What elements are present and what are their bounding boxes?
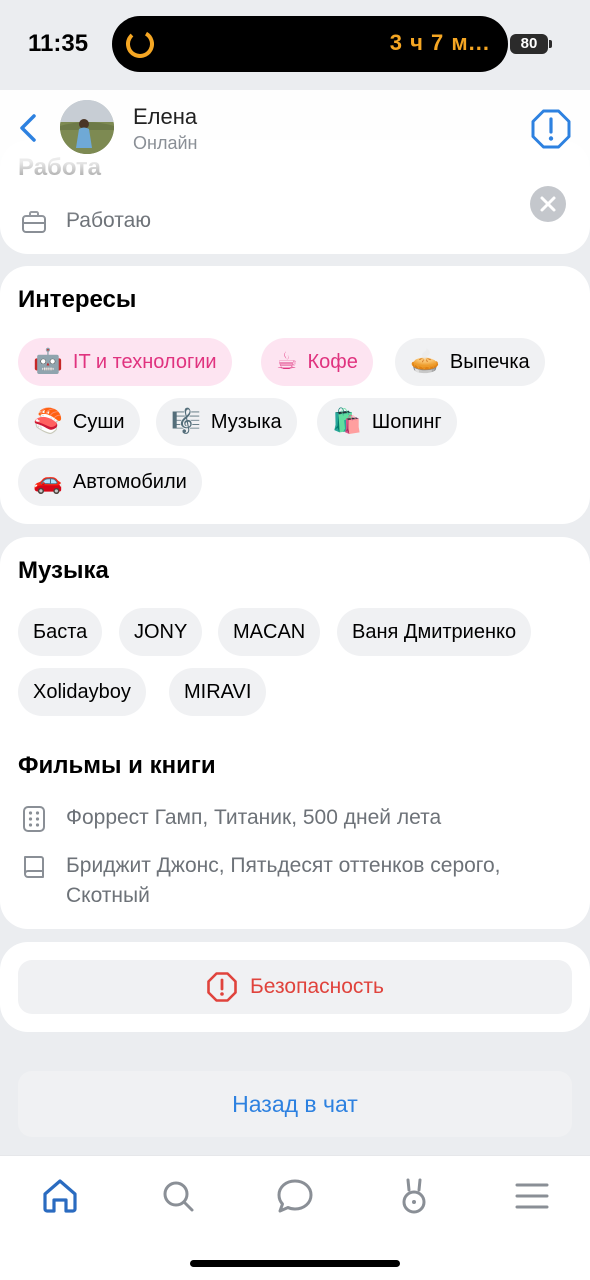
close-button[interactable]: [530, 186, 566, 222]
interest-chip-label: Суши: [72, 410, 125, 433]
search-icon[interactable]: [158, 1176, 198, 1216]
home-icon[interactable]: [40, 1176, 80, 1216]
interest-chip-label: IT и технологии: [72, 350, 217, 373]
safety-label: Безопасность: [250, 975, 384, 998]
back-arrow-icon[interactable]: [10, 108, 46, 148]
close-icon: [540, 196, 556, 212]
back-to-chat-button[interactable]: Назад в чат: [18, 1071, 572, 1137]
books-list-line1: Бриджит Джонс, Пятьдесят оттенков серого…: [66, 854, 501, 877]
interest-chip-label: Кофе: [307, 350, 358, 373]
chat-header: Елена Онлайн: [0, 90, 590, 170]
avatar[interactable]: [60, 100, 114, 154]
status-bar: 11:35 3 ч 7 м... 80: [0, 0, 590, 90]
books-list-line2: Скотный: [66, 884, 150, 907]
contact-name[interactable]: Елена: [133, 104, 197, 130]
timer-icon: [126, 30, 154, 58]
interests-card: Интересы 🤖 IT и технологии ☕ Кофе 🥧 Выпе…: [0, 266, 590, 524]
warning-octagon-icon: [207, 972, 237, 1002]
avatar-image: [60, 100, 114, 154]
sushi-icon: 🍣: [33, 408, 63, 435]
work-value: Работаю: [66, 209, 152, 232]
films-books-title: Фильмы и книги: [18, 752, 216, 779]
dynamic-island: 3 ч 7 м...: [112, 16, 508, 72]
music-card: Музыка Баста JONY MACAN Ваня Дмитриенко …: [0, 537, 590, 929]
battery-indicator: 80: [510, 34, 548, 54]
report-icon[interactable]: [530, 108, 572, 150]
status-time: 11:35: [28, 30, 89, 57]
film-icon: [23, 806, 45, 832]
coffee-icon: ☕: [276, 348, 298, 375]
interest-chip-label: Шопинг: [371, 410, 442, 433]
robot-icon: 🤖: [33, 348, 63, 375]
interest-chip[interactable]: ☕ Кофе: [261, 338, 373, 386]
clips-icon[interactable]: [394, 1176, 434, 1216]
interest-chip-label: Автомобили: [72, 470, 187, 493]
interest-chip[interactable]: 🥧 Выпечка: [395, 338, 545, 386]
island-timer-text: 3 ч 7 м...: [389, 30, 490, 55]
music-chip[interactable]: MIRAVI: [169, 668, 267, 716]
interest-chip-label: Музыка: [210, 410, 282, 433]
interest-chip[interactable]: 🤖 IT и технологии: [18, 338, 232, 386]
interest-chip[interactable]: 🍣 Суши: [18, 398, 140, 446]
music-chip[interactable]: Баста: [18, 608, 103, 656]
safety-card: Безопасность: [0, 942, 590, 1032]
book-icon: [24, 856, 44, 878]
home-indicator: [190, 1260, 400, 1267]
music-chip[interactable]: Ваня Дмитриенко: [337, 608, 532, 656]
interest-chip[interactable]: 🎼 Музыка: [156, 398, 297, 446]
messages-icon[interactable]: [275, 1176, 315, 1216]
music-score-icon: 🎼: [171, 408, 201, 435]
shopping-bags-icon: 🛍️: [332, 408, 362, 435]
online-status: Онлайн: [133, 133, 198, 153]
car-icon: 🚗: [33, 468, 63, 495]
interest-chip-label: Выпечка: [449, 350, 530, 373]
music-chip[interactable]: JONY: [119, 608, 203, 656]
music-chip[interactable]: Xolidayboy: [18, 668, 146, 716]
interest-chip[interactable]: 🚗 Автомобили: [18, 458, 202, 506]
menu-icon[interactable]: [512, 1176, 552, 1216]
music-chip[interactable]: MACAN: [218, 608, 321, 656]
interest-chip[interactable]: 🛍️ Шопинг: [317, 398, 457, 446]
interests-title: Интересы: [18, 286, 137, 313]
battery-nub: [549, 40, 552, 48]
safety-button[interactable]: Безопасность: [18, 960, 572, 1014]
pie-icon: 🥧: [410, 348, 440, 375]
briefcase-icon: [22, 211, 46, 233]
music-title: Музыка: [18, 557, 109, 584]
films-list: Форрест Гамп, Титаник, 500 дней лета: [66, 806, 442, 829]
